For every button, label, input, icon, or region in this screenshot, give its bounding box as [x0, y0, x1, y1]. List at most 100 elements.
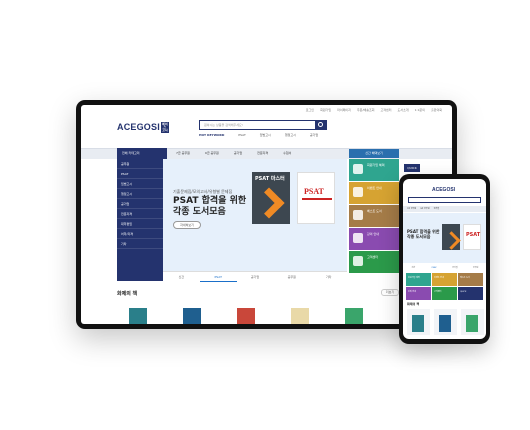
keyword-link[interactable]: 공기업 — [310, 133, 318, 137]
keyword-link[interactable]: 입법고시 — [260, 133, 271, 137]
phone-quick-box[interactable]: 회원가입 혜택 — [406, 273, 431, 286]
phone-tab[interactable]: PSAT — [424, 265, 445, 271]
book-cover — [439, 315, 451, 332]
nav-item[interactable]: 전문자격 — [257, 151, 268, 155]
phone-tab[interactable]: 공무원 — [465, 265, 486, 271]
phone-section-title: 화제의 책 — [407, 302, 420, 306]
quick-box[interactable]: 고객센터 — [349, 251, 399, 273]
side-menu-item[interactable]: 어학/자격 — [117, 229, 163, 239]
phone-nav: 7급 공무원 9급 공무원 공기업 — [403, 206, 486, 212]
side-menu-item[interactable]: 행정고시 — [117, 189, 163, 199]
book-cover — [237, 308, 255, 324]
book-icon — [353, 164, 363, 174]
book-stripe — [302, 198, 332, 200]
hero-book-cover[interactable]: PSAT — [297, 172, 335, 224]
quick-box-label: QUICK — [460, 291, 467, 293]
quick-box-label: 이벤트 안내 — [367, 186, 382, 190]
hero-book-cover[interactable]: PSAT 마스터 — [252, 172, 290, 224]
tab-psat[interactable]: PSAT — [199, 272, 237, 282]
phone-nav-item[interactable]: 공기업 — [434, 206, 440, 212]
phone-book-item[interactable] — [407, 309, 430, 335]
phone-icon — [353, 256, 363, 266]
quick-box[interactable]: 이벤트 안내 — [349, 182, 399, 204]
search-input[interactable]: 원하시는 상품을 검색해주세요! — [199, 120, 327, 130]
util-link-orders[interactable]: 주문/배송조회 — [357, 108, 375, 112]
keyword-link[interactable]: 행정고시 — [285, 133, 296, 137]
quick-box[interactable]: 강의 안내 — [349, 228, 399, 250]
book-item[interactable] — [333, 302, 375, 324]
book-item[interactable] — [279, 302, 321, 324]
nav-item[interactable]: 7급 공무원 — [176, 151, 190, 155]
book-title: PSAT 마스터 — [255, 176, 285, 182]
side-menu-item[interactable]: 공무원 — [117, 159, 163, 169]
side-menu-item[interactable]: 대학편입 — [117, 219, 163, 229]
hot-keywords: HOT KEYWORD PSAT 입법고시 행정고시 공기업 — [199, 133, 318, 137]
phone-book-item[interactable] — [461, 309, 484, 335]
nav-item[interactable]: 9급 공무원 — [205, 151, 219, 155]
side-menu-item[interactable]: 전문자격 — [117, 209, 163, 219]
side-menu-item[interactable]: 입법고시 — [117, 179, 163, 189]
more-button[interactable]: 더보기 — [381, 289, 399, 296]
tab-new[interactable]: 신간 — [163, 272, 200, 282]
quick-box[interactable]: 베스트 도서 — [349, 205, 399, 227]
book-list — [117, 302, 375, 324]
util-link-publish[interactable]: 출판의뢰 — [431, 108, 442, 112]
quick-box[interactable]: 회원가입 혜택 — [349, 159, 399, 181]
play-icon — [353, 233, 363, 243]
phone-nav-item[interactable]: 7급 공무원 — [407, 206, 416, 212]
phone-quick-box[interactable]: 고객센터 — [432, 287, 457, 300]
phone-book-item[interactable] — [434, 309, 457, 335]
tablet-screen: 로그인 회원가입 마이페이지 주문/배송조회 고객센터 도서소개 1:1문의 출… — [81, 105, 452, 324]
util-link-support[interactable]: 고객센터 — [381, 108, 392, 112]
phone-quick-box[interactable]: 이벤트 안내 — [432, 273, 457, 286]
util-link-qna[interactable]: 1:1문의 — [415, 108, 425, 112]
book-item[interactable] — [171, 302, 213, 324]
category-button[interactable]: 전체 카테고리 — [117, 148, 167, 159]
hot-keyword-label: HOT KEYWORD — [199, 133, 225, 137]
keyword-link[interactable]: PSAT — [238, 133, 245, 137]
book-item[interactable] — [117, 302, 159, 324]
book-title: PSAT — [304, 187, 324, 196]
phone-title-line: 각종 도서모음 — [407, 234, 431, 239]
benefit-button[interactable]: 신간 혜택보기 — [349, 149, 399, 158]
utility-links: 로그인 회원가입 마이페이지 주문/배송조회 고객센터 도서소개 1:1문의 출… — [306, 108, 442, 112]
tab-public[interactable]: 공기업 — [237, 272, 274, 282]
phone-tab[interactable]: 공기업 — [445, 265, 466, 271]
tab-civil[interactable]: 공무원 — [273, 272, 310, 282]
book-cover — [466, 315, 478, 332]
side-category-menu: 공무원 PSAT 입법고시 행정고시 공기업 전문자격 대학편입 어학/자격 기… — [117, 159, 163, 281]
phone-book-cover[interactable]: PSAT — [463, 224, 481, 250]
phone-quick-box[interactable]: 강의 안내 — [406, 287, 431, 300]
tab-etc[interactable]: 기타 — [310, 272, 347, 282]
star-icon — [353, 210, 363, 220]
hero-tabs: 신간 PSAT 공기업 공무원 기타 — [163, 271, 347, 282]
util-link-mypage[interactable]: 마이페이지 — [337, 108, 351, 112]
nav-item[interactable]: 수험서 — [283, 151, 291, 155]
util-link-books[interactable]: 도서소개 — [398, 108, 409, 112]
side-menu-item[interactable]: PSAT — [117, 169, 163, 179]
gift-icon — [353, 187, 363, 197]
nav-item[interactable]: 공기업 — [234, 151, 242, 155]
phone-tab[interactable]: 신간 — [403, 265, 424, 271]
phone-book-list — [407, 309, 484, 335]
quick-box-label: 고객센터 — [367, 255, 379, 259]
hero-more-button[interactable]: 자세히보기 — [173, 221, 201, 229]
search-icon[interactable] — [315, 120, 327, 130]
phone-nav-item[interactable]: 9급 공무원 — [420, 206, 429, 212]
phone-search-input[interactable] — [408, 197, 481, 203]
book-item[interactable] — [225, 302, 267, 324]
phone-quick-box[interactable]: 베스트 도서 — [458, 273, 483, 286]
device-mockup: 로그인 회원가입 마이페이지 주문/배송조회 고객센터 도서소개 1:1문의 출… — [0, 0, 530, 430]
util-link-join[interactable]: 회원가입 — [320, 108, 331, 112]
side-menu-item[interactable]: 공기업 — [117, 199, 163, 209]
search-placeholder: 원하시는 상품을 검색해주세요! — [204, 123, 243, 127]
side-menu-item[interactable]: 기타 — [117, 239, 163, 249]
phone-hero-title: PSAT 합격을 위한 각종 도서모음 — [407, 229, 440, 239]
quick-box-label: 강의 안내 — [408, 291, 416, 293]
phone-book-cover[interactable] — [442, 224, 460, 250]
phone-logo[interactable]: ACEGOSI — [432, 187, 455, 193]
site-logo[interactable]: ACEGOSI 에이스 고시 — [117, 122, 169, 134]
quick-label[interactable]: QUICK — [404, 164, 420, 172]
phone-quick-box[interactable]: QUICK — [458, 287, 483, 300]
util-link-login[interactable]: 로그인 — [306, 108, 314, 112]
